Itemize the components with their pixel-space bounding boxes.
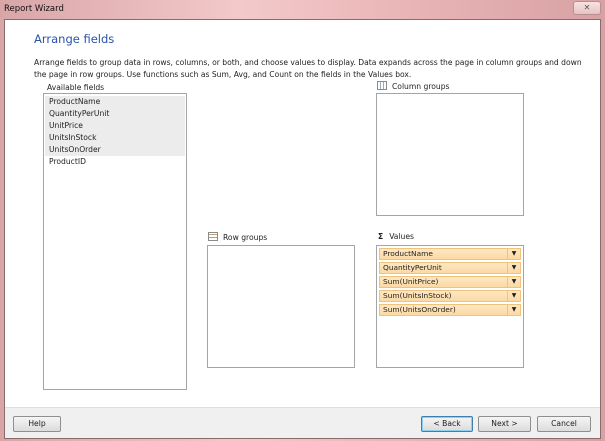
- next-button[interactable]: Next >: [478, 416, 531, 432]
- value-item[interactable]: ProductName ▼: [379, 248, 521, 260]
- wizard-content: Arrange fields Arrange fields to group d…: [5, 20, 600, 408]
- row-groups-text: Row groups: [223, 233, 268, 242]
- back-button[interactable]: < Back: [421, 416, 473, 432]
- value-item-label: QuantityPerUnit: [383, 263, 442, 272]
- row-groups-list[interactable]: [207, 245, 355, 368]
- value-item[interactable]: QuantityPerUnit ▼: [379, 262, 521, 274]
- row-groups-label: Row groups: [208, 232, 267, 242]
- page-heading: Arrange fields: [34, 32, 115, 46]
- value-item[interactable]: Sum(UnitsOnOrder) ▼: [379, 304, 521, 316]
- row-groups-icon: [208, 232, 218, 241]
- close-icon: ✕: [583, 3, 591, 12]
- close-button[interactable]: ✕: [573, 1, 601, 15]
- available-fields-label: Available fields: [47, 83, 105, 92]
- available-field-item[interactable]: UnitsInStock: [45, 132, 185, 144]
- column-groups-icon: [377, 81, 387, 90]
- values-label: Σ Values: [378, 232, 414, 241]
- available-field-item[interactable]: ProductID: [45, 156, 185, 168]
- column-groups-label: Column groups: [377, 81, 450, 91]
- cancel-button[interactable]: Cancel: [537, 416, 591, 432]
- available-field-item[interactable]: QuantityPerUnit: [45, 108, 185, 120]
- available-field-item[interactable]: UnitsOnOrder: [45, 144, 185, 156]
- dropdown-arrow-icon[interactable]: ▼: [507, 276, 520, 288]
- description: Arrange fields to group data in rows, co…: [34, 58, 582, 79]
- dropdown-arrow-icon[interactable]: ▼: [507, 304, 520, 316]
- value-item-label: Sum(UnitsInStock): [383, 291, 452, 300]
- title-bar: Report Wizard ✕: [0, 0, 605, 19]
- column-groups-text: Column groups: [392, 82, 450, 91]
- dropdown-arrow-icon[interactable]: ▼: [507, 262, 520, 274]
- value-item-label: Sum(UnitPrice): [383, 277, 439, 286]
- available-field-item[interactable]: UnitPrice: [45, 120, 185, 132]
- available-fields-list[interactable]: ProductName QuantityPerUnit UnitPrice Units…: [43, 93, 187, 390]
- available-field-item[interactable]: ProductName: [45, 96, 185, 108]
- value-item[interactable]: Sum(UnitsInStock) ▼: [379, 290, 521, 302]
- values-text: Values: [389, 232, 414, 241]
- window-title: Report Wizard: [4, 4, 64, 14]
- sigma-icon: Σ: [378, 232, 384, 241]
- column-groups-list[interactable]: [376, 93, 524, 216]
- value-item-label: Sum(UnitsOnOrder): [383, 305, 456, 314]
- wizard-dialog: Arrange fields Arrange fields to group d…: [4, 19, 601, 439]
- value-item-label: ProductName: [383, 249, 433, 258]
- help-button[interactable]: Help: [13, 416, 61, 432]
- dropdown-arrow-icon[interactable]: ▼: [507, 248, 520, 260]
- dropdown-arrow-icon[interactable]: ▼: [507, 290, 520, 302]
- values-list[interactable]: ProductName ▼ QuantityPerUnit ▼ Sum(UnitPric…: [376, 245, 524, 368]
- value-item[interactable]: Sum(UnitPrice) ▼: [379, 276, 521, 288]
